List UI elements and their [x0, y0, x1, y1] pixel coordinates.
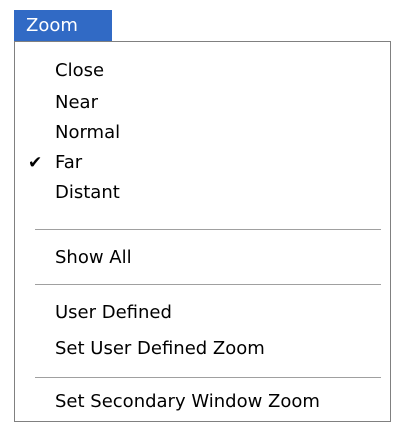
- menu-item-user-defined[interactable]: User Defined: [15, 298, 390, 328]
- menu-separator: [35, 229, 381, 231]
- menu-title-zoom[interactable]: Zoom: [14, 10, 112, 41]
- menu-separator: [35, 377, 381, 379]
- menu-item-distant[interactable]: Distant: [15, 178, 390, 208]
- menu-item-label: Show All: [55, 247, 132, 268]
- menu-item-label: Far: [55, 152, 83, 173]
- menu-item-far[interactable]: ✔ Far: [15, 148, 390, 178]
- menu-item-label: User Defined: [55, 302, 172, 323]
- menu-item-set-secondary-window-zoom[interactable]: Set Secondary Window Zoom: [15, 387, 390, 417]
- menu-item-label: Set Secondary Window Zoom: [55, 391, 320, 412]
- menu-item-label: Distant: [55, 182, 120, 203]
- menu-item-label: Normal: [55, 122, 121, 143]
- menu-item-label: Close: [55, 60, 105, 81]
- menu-item-close[interactable]: Close: [15, 56, 390, 86]
- menu-item-label: Near: [55, 92, 98, 113]
- menu-item-label: Set User Defined Zoom: [55, 338, 265, 359]
- menu-item-set-user-defined-zoom[interactable]: Set User Defined Zoom: [15, 334, 390, 364]
- menu-item-normal[interactable]: Normal: [15, 118, 390, 148]
- checkmark-icon: ✔: [28, 153, 43, 173]
- menu-separator: [35, 284, 381, 286]
- zoom-dropdown-menu: Close Near Normal ✔ Far Distant Show All…: [14, 41, 391, 422]
- menu-item-show-all[interactable]: Show All: [15, 243, 390, 273]
- menu-item-near[interactable]: Near: [15, 88, 390, 118]
